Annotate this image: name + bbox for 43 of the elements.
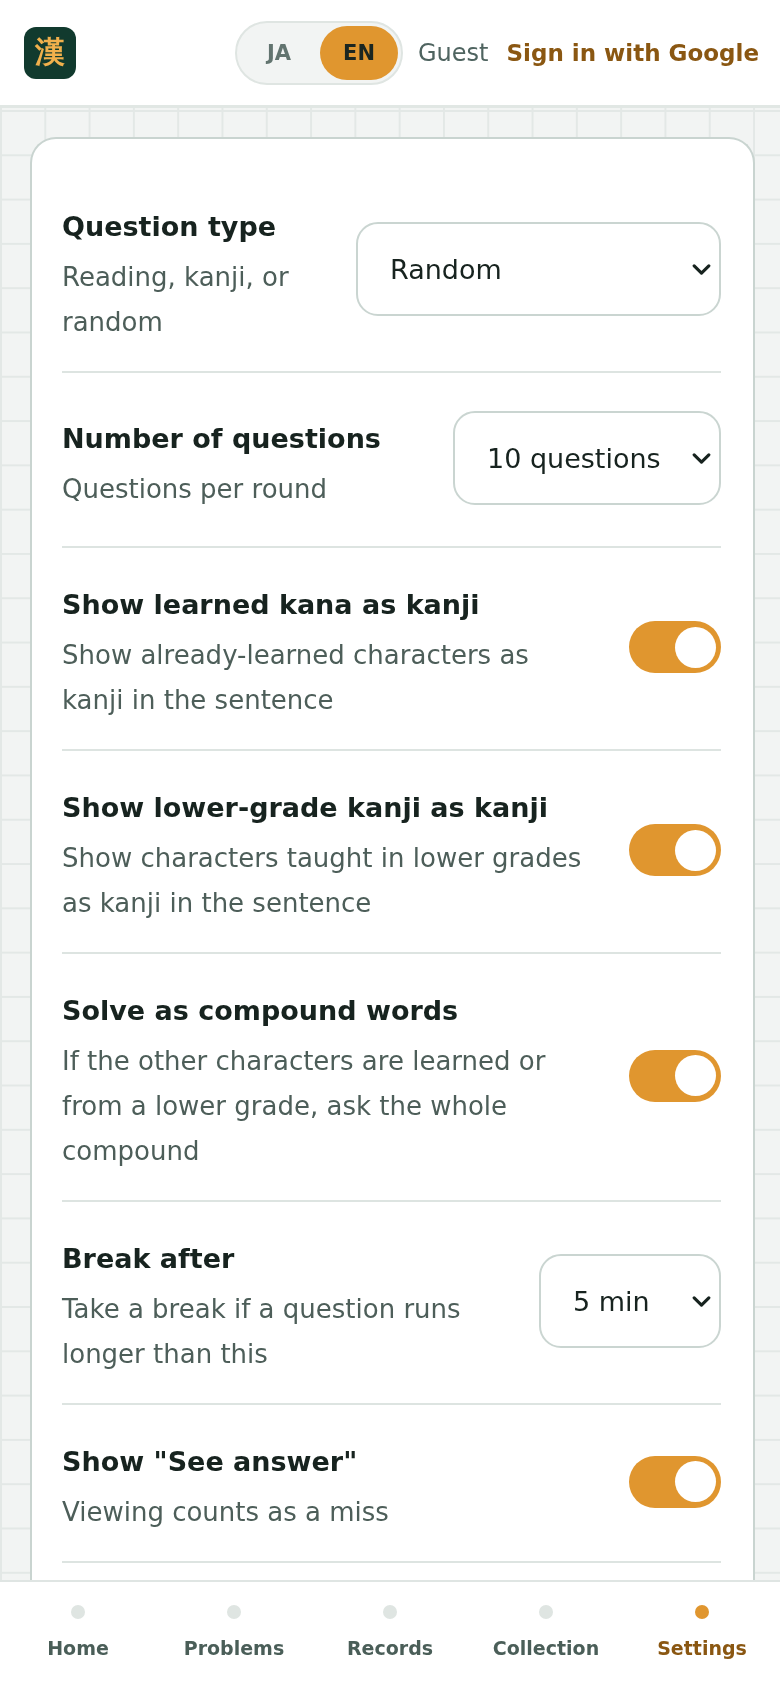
toggle-knob xyxy=(675,829,716,871)
dot-icon xyxy=(383,1605,397,1619)
setting-title: Break after xyxy=(62,1242,236,1276)
language-option[interactable]: EN xyxy=(320,25,398,80)
toggle-knob xyxy=(675,1461,716,1502)
chevron-down-icon xyxy=(692,452,711,464)
toggle-switch[interactable] xyxy=(629,1455,721,1508)
setting-title: Solve as compound words xyxy=(62,994,460,1028)
nav-tab[interactable]: Settings xyxy=(624,1582,780,1688)
dot-icon xyxy=(539,1605,553,1619)
setting-description: Questions per round xyxy=(62,472,329,506)
setting-title: Show "See answer" xyxy=(62,1445,359,1479)
setting-description: Take a break if a question runs longer than this xyxy=(62,1293,462,1371)
nav-tab[interactable]: Problems xyxy=(156,1582,312,1688)
setting-description: If the other characters are learned or from a lower grade, ask the whole compound xyxy=(62,1045,547,1168)
setting-description: Show characters taught in lower grades as kanji in the sentence xyxy=(62,842,583,920)
nav-tab[interactable]: Collection xyxy=(468,1582,624,1688)
chevron-down-icon xyxy=(692,1295,711,1307)
toggle-knob xyxy=(675,1055,716,1096)
setting-title: Show learned kana as kanji xyxy=(62,588,481,622)
setting-description: Viewing counts as a miss xyxy=(62,1496,390,1529)
sign-in-link[interactable]: Sign in with Google xyxy=(506,39,759,66)
toggle-switch[interactable] xyxy=(629,824,721,876)
setting-title: Show lower-grade kanji as kanji xyxy=(62,791,549,825)
nav-tab[interactable]: Home xyxy=(0,1582,156,1688)
toggle-switch[interactable] xyxy=(629,621,721,673)
setting-description: Show already-learned characters as kanji in the sentence xyxy=(62,639,530,717)
dot-icon xyxy=(227,1605,241,1619)
dot-icon xyxy=(71,1605,85,1619)
setting-title: Number of questions xyxy=(62,421,382,456)
language-option[interactable]: JA xyxy=(240,25,318,80)
nav-tab[interactable]: Records xyxy=(312,1582,468,1688)
dot-icon xyxy=(695,1605,709,1619)
chevron-down-icon xyxy=(692,263,711,275)
setting-description: Reading, kanji, or random xyxy=(62,261,290,339)
setting-title: Question type xyxy=(62,210,278,244)
user-name: Guest xyxy=(418,38,489,67)
dropdown-select[interactable]: 10 questions xyxy=(453,411,721,505)
dropdown-select[interactable]: Random xyxy=(356,222,721,316)
toggle-switch[interactable] xyxy=(629,1049,721,1102)
dropdown-select[interactable]: 5 min xyxy=(539,1254,721,1348)
toggle-knob xyxy=(675,626,716,668)
app-logo: 漢 xyxy=(24,26,76,79)
